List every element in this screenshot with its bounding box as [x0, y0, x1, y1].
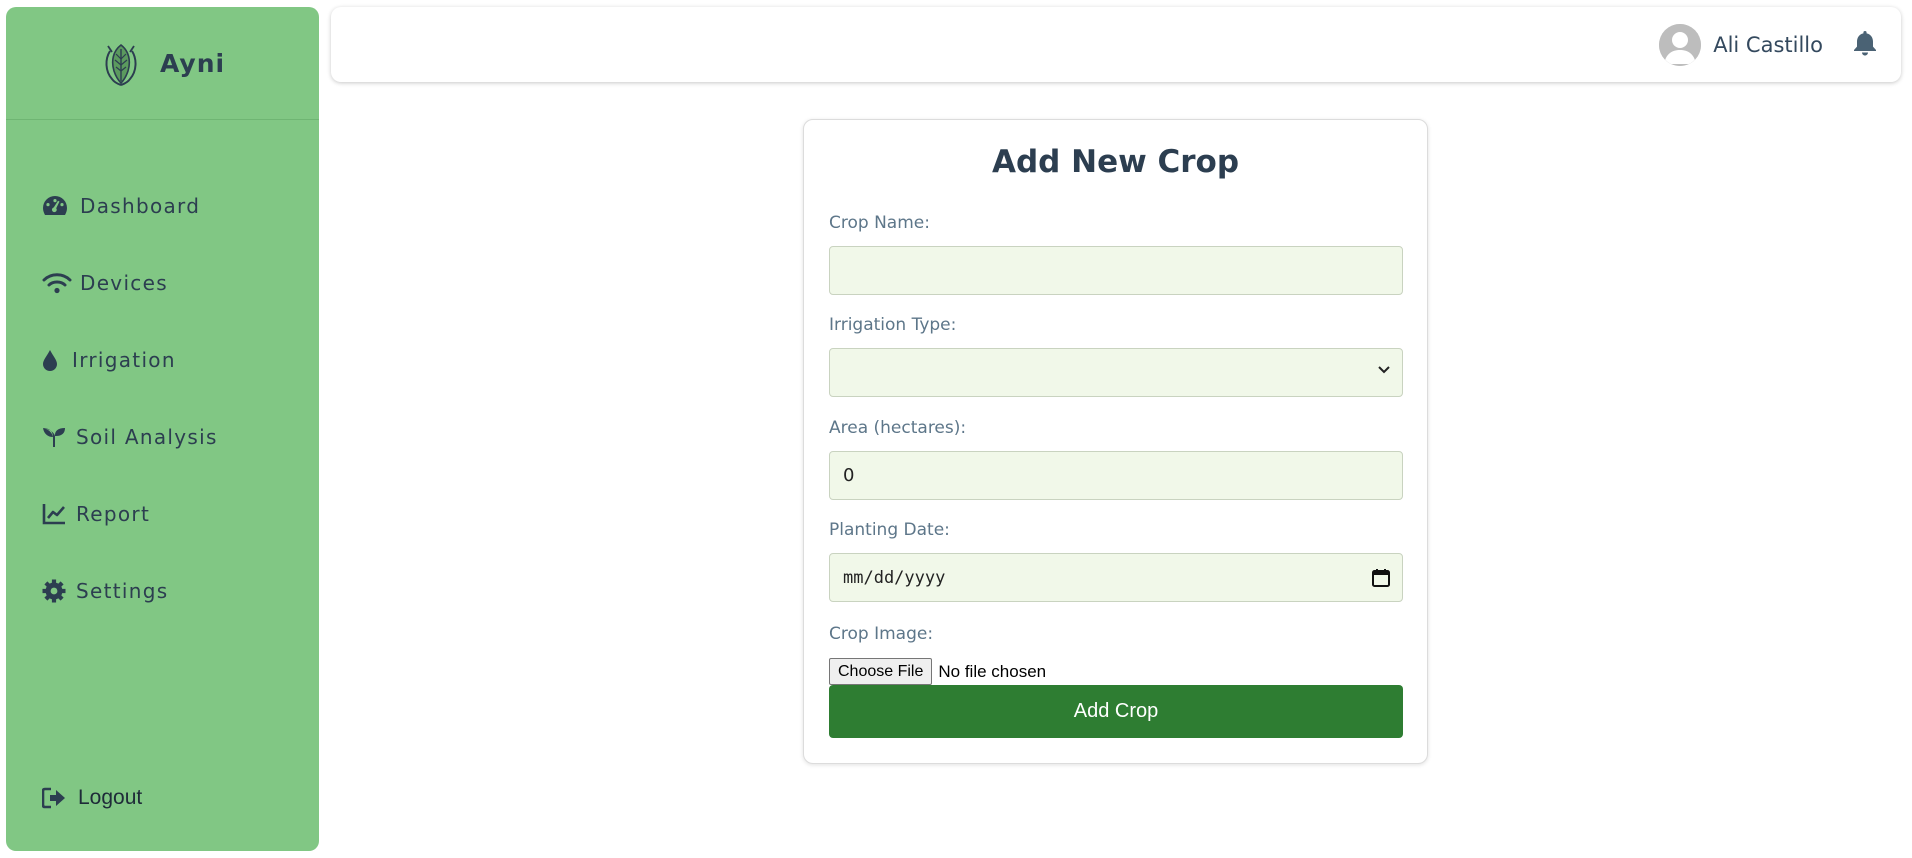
add-crop-form: Add New Crop Crop Name: Irrigation Type:…: [803, 119, 1428, 764]
irrigation-type-select[interactable]: [829, 348, 1403, 397]
choose-file-button[interactable]: Choose File: [829, 658, 933, 685]
line-chart-icon: [42, 501, 68, 527]
crop-name-input[interactable]: [829, 246, 1403, 295]
sidebar-item-dashboard[interactable]: Dashboard: [6, 167, 319, 244]
sidebar-item-label: Settings: [76, 578, 169, 603]
sidebar-nav: Dashboard Devices Irrigation Soil Analys…: [6, 167, 319, 629]
logout-button[interactable]: Logout: [42, 785, 142, 811]
crop-name-label: Crop Name:: [829, 213, 930, 233]
gauge-icon: [42, 193, 72, 219]
sidebar-item-soil-analysis[interactable]: Soil Analysis: [6, 398, 319, 475]
sidebar-item-settings[interactable]: Settings: [6, 552, 319, 629]
planting-date-input[interactable]: mm/dd/yyyy: [829, 553, 1403, 602]
crop-image-label: Crop Image:: [829, 624, 934, 644]
area-value: 0: [843, 465, 855, 486]
droplet-icon: [42, 347, 64, 373]
calendar-icon[interactable]: [1372, 568, 1390, 587]
gear-icon: [42, 578, 68, 604]
sidebar-item-label: Report: [76, 501, 151, 526]
file-status-text: No file chosen: [938, 661, 1047, 681]
area-label: Area (hectares):: [829, 418, 967, 438]
crop-image-input: Choose File No file chosen: [829, 658, 1046, 685]
user-avatar-icon: [1659, 24, 1702, 66]
sidebar-item-report[interactable]: Report: [6, 475, 319, 552]
area-input[interactable]: 0: [829, 451, 1403, 500]
sidebar: Ayni Dashboard Devices Irrigation Soil A…: [6, 7, 319, 851]
user-name: Ali Castillo: [1713, 33, 1823, 57]
leaf-hand-logo: [105, 43, 137, 86]
seedling-icon: [42, 424, 68, 450]
brand-name: Ayni: [159, 48, 226, 78]
top-header: Ali Castillo: [331, 7, 1901, 82]
brand[interactable]: Ayni: [6, 7, 319, 120]
chevron-down-icon: [1378, 366, 1390, 374]
wifi-icon: [42, 270, 72, 296]
logout-label: Logout: [78, 786, 143, 809]
sidebar-item-devices[interactable]: Devices: [6, 244, 319, 321]
sidebar-item-label: Dashboard: [80, 193, 201, 218]
logout-icon: [42, 785, 66, 811]
irrigation-type-label: Irrigation Type:: [829, 315, 957, 335]
sidebar-item-label: Soil Analysis: [76, 424, 218, 449]
page-title: Add New Crop: [991, 144, 1240, 180]
sidebar-item-label: Devices: [80, 270, 168, 295]
add-crop-button[interactable]: Add Crop: [829, 685, 1403, 738]
bell-icon[interactable]: [1853, 30, 1877, 60]
planting-date-label: Planting Date:: [829, 520, 950, 540]
user-menu[interactable]: Ali Castillo: [1659, 24, 1823, 66]
sidebar-item-irrigation[interactable]: Irrigation: [6, 321, 319, 398]
planting-date-placeholder: mm/dd/yyyy: [843, 567, 946, 588]
sidebar-item-label: Irrigation: [72, 347, 176, 372]
